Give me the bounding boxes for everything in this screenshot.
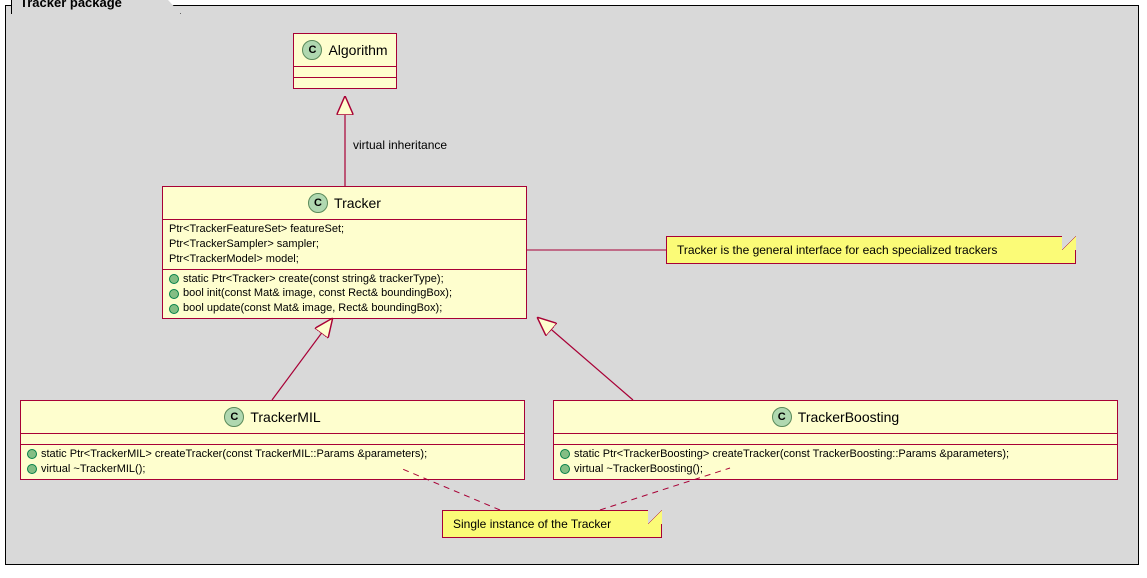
note-fold-icon xyxy=(1062,236,1076,250)
class-ops: static Ptr<TrackerBoosting> createTracke… xyxy=(554,445,1117,479)
class-stereotype-icon: C xyxy=(772,407,792,427)
class-attr: Ptr<TrackerFeatureSet> featureSet; xyxy=(169,222,520,237)
class-trackerboosting: C TrackerBoosting static Ptr<TrackerBoos… xyxy=(553,400,1118,480)
class-stereotype-icon: C xyxy=(224,407,244,427)
visibility-public-icon xyxy=(169,304,179,314)
class-op: virtual ~TrackerBoosting(); xyxy=(560,462,1111,477)
class-name: Tracker xyxy=(334,195,381,211)
note-single-instance: Single instance of the Tracker xyxy=(442,510,662,538)
class-op: static Ptr<TrackerBoosting> createTracke… xyxy=(560,447,1111,462)
class-ops: static Ptr<TrackerMIL> createTracker(con… xyxy=(21,445,524,479)
class-name: TrackerMIL xyxy=(250,409,320,425)
class-stereotype-icon: C xyxy=(308,193,328,213)
visibility-public-icon xyxy=(27,464,37,474)
class-op: bool init(const Mat& image, const Rect& … xyxy=(169,286,520,301)
class-algorithm: C Algorithm xyxy=(293,33,397,89)
class-name: Algorithm xyxy=(328,42,387,58)
package-title-tab: Tracker package xyxy=(11,0,181,14)
class-ops: static Ptr<Tracker> create(const string&… xyxy=(163,270,526,319)
note-text: Tracker is the general interface for eac… xyxy=(677,243,997,257)
class-op: static Ptr<Tracker> create(const string&… xyxy=(169,272,520,287)
class-header: C TrackerMIL xyxy=(21,401,524,434)
visibility-public-icon xyxy=(560,464,570,474)
class-header: C TrackerBoosting xyxy=(554,401,1117,434)
class-tracker: C Tracker Ptr<TrackerFeatureSet> feature… xyxy=(162,186,527,319)
class-attrs-empty xyxy=(294,67,396,78)
note-text: Single instance of the Tracker xyxy=(453,517,611,531)
visibility-public-icon xyxy=(27,449,37,459)
class-attrs-empty xyxy=(21,434,524,445)
class-name: TrackerBoosting xyxy=(798,409,899,425)
class-attrs-empty xyxy=(554,434,1117,445)
class-attr: Ptr<TrackerModel> model; xyxy=(169,252,520,267)
class-op: static Ptr<TrackerMIL> createTracker(con… xyxy=(27,447,518,462)
visibility-public-icon xyxy=(560,449,570,459)
class-stereotype-icon: C xyxy=(302,40,322,60)
visibility-public-icon xyxy=(169,289,179,299)
class-op: bool update(const Mat& image, Rect& boun… xyxy=(169,301,520,316)
class-header: C Algorithm xyxy=(294,34,396,67)
class-attr: Ptr<TrackerSampler> sampler; xyxy=(169,237,520,252)
class-attrs: Ptr<TrackerFeatureSet> featureSet; Ptr<T… xyxy=(163,220,526,270)
note-tracker-interface: Tracker is the general interface for eac… xyxy=(666,236,1076,264)
diagram-canvas: Tracker package C Algorithm C Tracker Pt… xyxy=(0,0,1147,578)
visibility-public-icon xyxy=(169,274,179,284)
class-op: virtual ~TrackerMIL(); xyxy=(27,462,518,477)
class-trackermil: C TrackerMIL static Ptr<TrackerMIL> crea… xyxy=(20,400,525,480)
edge-label-virtual-inheritance: virtual inheritance xyxy=(353,138,447,152)
note-fold-icon xyxy=(648,510,662,524)
class-ops-empty xyxy=(294,78,396,88)
class-header: C Tracker xyxy=(163,187,526,220)
package-title: Tracker package xyxy=(20,0,122,10)
